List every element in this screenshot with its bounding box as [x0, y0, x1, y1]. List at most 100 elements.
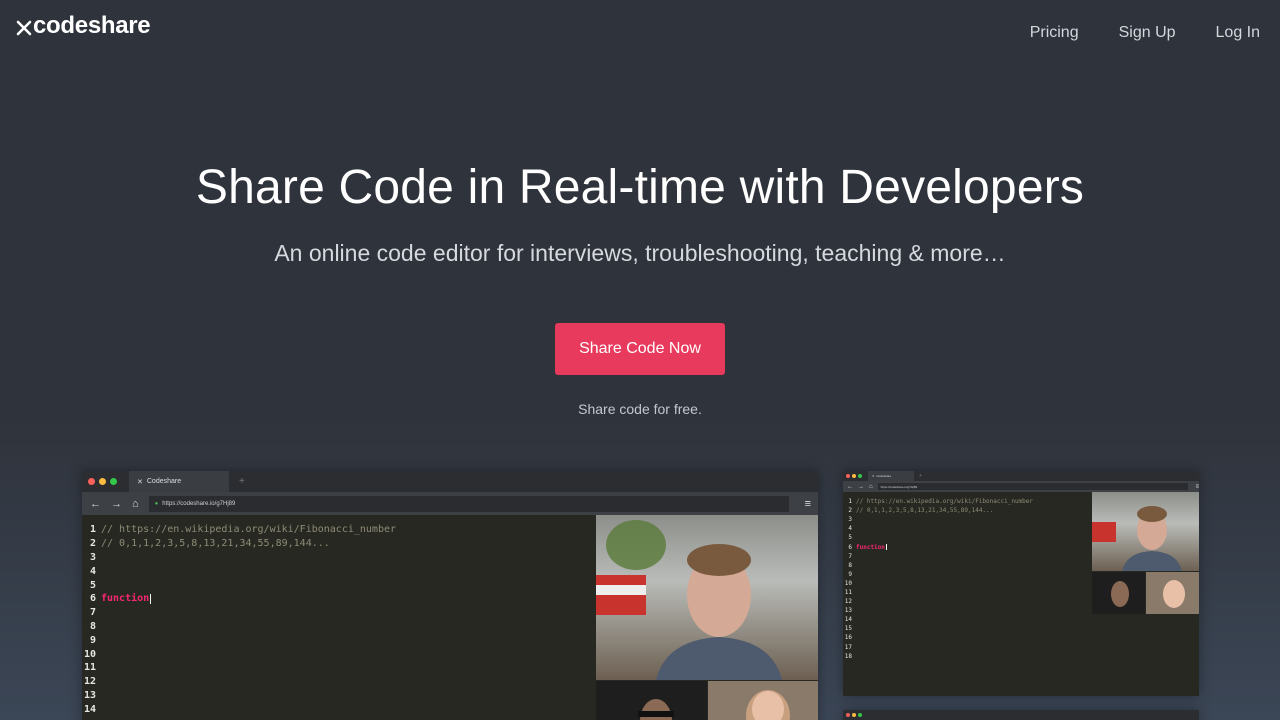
line-number: 4	[848, 525, 852, 533]
new-tab-icon: +	[239, 476, 245, 487]
maximize-dot-icon	[858, 713, 862, 717]
line-number: 9	[848, 570, 852, 578]
video-feed-2	[596, 681, 707, 720]
share-code-now-button[interactable]: Share Code Now	[555, 323, 725, 375]
line-number: 17	[844, 643, 852, 651]
forward-arrow-icon: →	[858, 483, 864, 490]
code-line: 17	[843, 643, 1199, 652]
tab-x-icon: ✕	[137, 478, 143, 486]
code-text: // 0,1,1,2,3,5,8,13,21,34,55,89,144...	[101, 538, 330, 550]
close-dot-icon	[846, 713, 850, 717]
code-line: 16	[843, 633, 1199, 642]
tab-x-icon: ✕	[872, 474, 875, 478]
hero-title: Share Code in Real-time with Developers	[195, 161, 1085, 214]
line-number: 11	[83, 662, 96, 674]
line-number: 2	[89, 538, 96, 550]
code-text: function	[101, 593, 150, 605]
line-number: 10	[844, 579, 852, 587]
person-2-icon	[638, 699, 674, 720]
person-3-icon	[1163, 580, 1185, 608]
home-icon: ⌂	[132, 497, 139, 510]
back-arrow-icon: ←	[847, 483, 853, 490]
mock-tab-title-small: Codeshare	[876, 474, 892, 478]
new-tab-icon: +	[919, 473, 922, 479]
mock-url-text: https://codeshare.io/g7Hj89	[162, 500, 236, 507]
mock-tab-title: Codeshare	[146, 478, 182, 485]
video-feed-main	[596, 515, 818, 680]
line-number: 18	[844, 652, 852, 660]
line-number: 8	[89, 620, 96, 632]
person-2-icon	[1111, 581, 1129, 607]
line-number: 9	[89, 634, 96, 646]
mock-urlbar-small: ← → ⌂ https://codeshare.io/g7Hj89 ≡	[843, 481, 1199, 492]
screenshot-large: ✕ Codeshare + ← → ⌂ ● https://codeshare.…	[82, 471, 818, 720]
line-number: 7	[89, 607, 96, 619]
line-number: 7	[848, 552, 852, 560]
code-line: 18	[843, 652, 1199, 661]
line-number: 1	[848, 498, 852, 506]
line-number: 5	[89, 579, 96, 591]
screenshot-small: ✕ Codeshare + ← → ⌂ https://codeshare.io…	[843, 471, 1199, 696]
minimize-dot-icon	[852, 474, 856, 478]
maximize-dot-icon	[858, 474, 862, 478]
line-number: 5	[848, 534, 852, 542]
logo-x-icon	[16, 20, 32, 36]
logo-text: codeshare	[33, 12, 151, 39]
maximize-dot-icon	[110, 478, 117, 485]
screenshot-small-2	[843, 710, 1199, 720]
text-cursor-icon	[150, 593, 152, 604]
line-number: 2	[848, 507, 852, 515]
minimize-dot-icon	[852, 713, 856, 717]
free-note: Share code for free.	[578, 401, 702, 417]
nav-login-link[interactable]: Log In	[1216, 24, 1260, 42]
close-dot-icon	[846, 474, 850, 478]
line-number: 1	[89, 524, 96, 536]
text-cursor-icon	[885, 544, 887, 551]
line-number: 6	[848, 543, 852, 551]
code-text: // 0,1,1,2,3,5,8,13,21,34,55,89,144...	[856, 507, 994, 515]
code-text: function	[856, 543, 885, 551]
line-number: 13	[844, 607, 852, 615]
minimize-dot-icon	[99, 478, 106, 485]
line-number: 10	[83, 648, 96, 660]
line-number: 16	[844, 634, 852, 642]
person-silhouette-icon	[596, 520, 782, 680]
code-text: // https://en.wikipedia.org/wiki/Fibonac…	[856, 498, 1034, 506]
home-icon: ⌂	[869, 483, 873, 490]
line-number: 3	[848, 516, 852, 524]
line-number: 12	[844, 598, 852, 606]
mock-url-text-small: https://codeshare.io/g7Hj89	[880, 484, 918, 489]
line-number: 3	[89, 551, 96, 563]
lock-icon: ●	[154, 500, 159, 507]
mock-urlbar: ← → ⌂ ● https://codeshare.io/g7Hj89 ≡	[82, 492, 818, 515]
line-number: 8	[848, 561, 852, 569]
line-number: 11	[844, 588, 852, 596]
line-number: 12	[83, 676, 96, 688]
forward-arrow-icon: →	[111, 497, 122, 510]
line-number: 15	[844, 625, 852, 633]
line-number: 14	[844, 616, 852, 624]
line-number: 4	[89, 565, 96, 577]
top-nav: Pricing Sign Up Log In	[1030, 24, 1260, 42]
line-number: 14	[83, 703, 96, 715]
nav-pricing-link[interactable]: Pricing	[1030, 24, 1079, 42]
back-arrow-icon: ←	[90, 497, 101, 510]
hamburger-menu-icon: ≡	[804, 497, 812, 510]
code-line: 15	[843, 624, 1199, 633]
video-feed-main-small	[1092, 492, 1199, 571]
person-3-icon	[746, 690, 790, 720]
person-silhouette-icon	[1092, 506, 1182, 571]
video-feed-3	[708, 681, 818, 720]
mock-tabbar: ✕ Codeshare +	[82, 471, 818, 492]
code-text: // https://en.wikipedia.org/wiki/Fibonac…	[101, 524, 397, 536]
nav-signup-link[interactable]: Sign Up	[1119, 24, 1176, 42]
line-number: 13	[83, 689, 96, 701]
code-line: 14	[843, 615, 1199, 624]
line-number: 6	[89, 593, 96, 605]
video-feed-2-small	[1092, 572, 1145, 614]
mock-tabbar-small: ✕ Codeshare +	[843, 471, 1199, 481]
mock-tab: ✕ Codeshare	[129, 471, 229, 492]
logo[interactable]: codeshare	[16, 12, 151, 40]
hamburger-menu-icon: ≡	[1195, 483, 1200, 490]
mock-url-field: ● https://codeshare.io/g7Hj89	[148, 495, 789, 512]
